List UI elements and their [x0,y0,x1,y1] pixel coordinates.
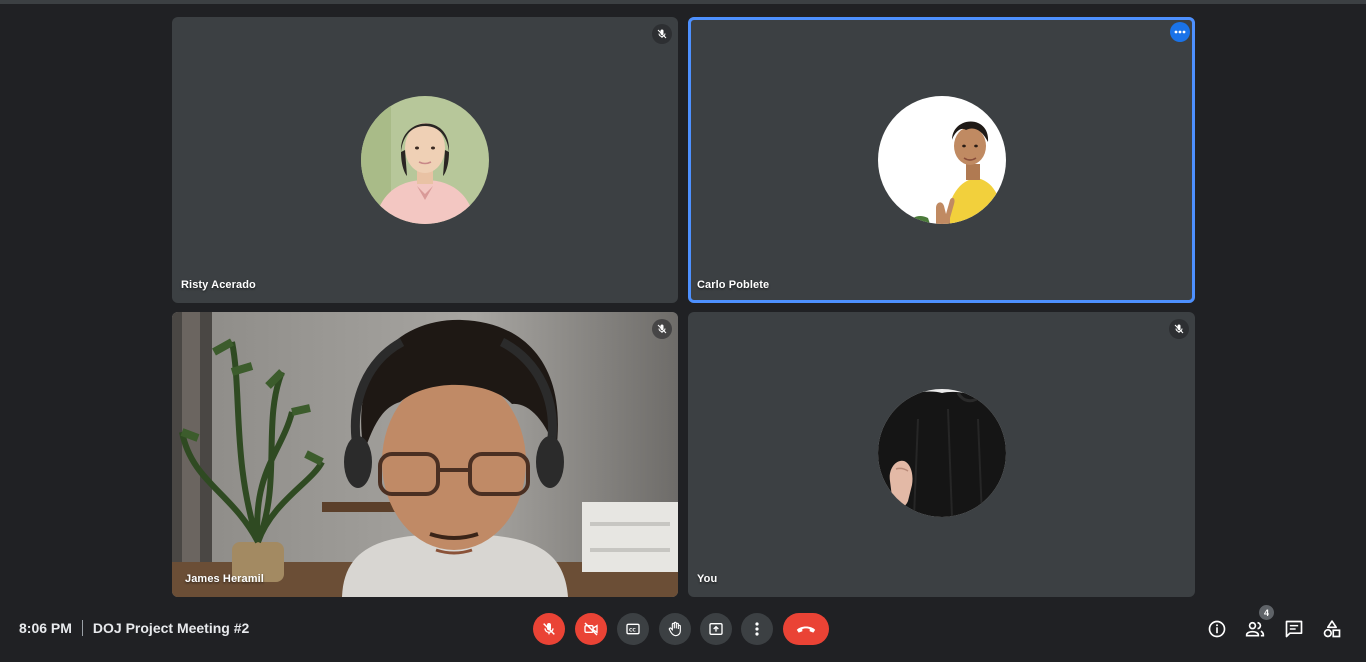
hang-up-icon [796,626,816,633]
meeting-info-button[interactable] [1205,617,1229,641]
chat-button[interactable] [1282,617,1306,641]
meeting-time: 8:06 PM [19,620,72,636]
participant-name: James Heramil [185,573,264,585]
participant-tile-james[interactable]: James Heramil [172,312,678,597]
mic-off-icon [1169,319,1189,339]
captions-button[interactable]: CC [617,613,649,645]
avatar [878,389,1006,517]
svg-text:CC: CC [629,627,636,633]
video-feed [172,312,678,597]
leave-call-button[interactable] [783,613,829,645]
meeting-details: 8:06 PM DOJ Project Meeting #2 [19,620,249,636]
participant-name: Risty Acerado [181,279,256,291]
mic-off-icon [652,319,672,339]
captions-icon: CC [626,623,640,635]
people-button[interactable]: 4 [1243,605,1274,641]
participant-tile-self[interactable]: You [688,312,1195,597]
activities-icon [1323,620,1341,638]
more-options-button[interactable] [741,613,773,645]
camera-off-icon [584,622,598,636]
mic-toggle-button[interactable] [533,613,565,645]
chat-icon [1285,620,1303,638]
participant-tile-carlo[interactable]: Carlo Poblete [688,17,1195,303]
present-button[interactable] [700,613,732,645]
activities-button[interactable] [1320,617,1344,641]
meeting-title: DOJ Project Meeting #2 [92,620,250,636]
divider [81,620,83,636]
mic-off-icon [652,24,672,44]
present-icon [709,623,723,635]
more-options-icon[interactable] [1170,22,1190,42]
more-options-icon [755,622,759,636]
raise-hand-button[interactable] [659,613,691,645]
people-icon [1245,621,1265,637]
participant-name: You [697,573,718,585]
mic-off-icon [543,623,555,635]
participant-tile-risty[interactable]: Risty Acerado [172,17,678,303]
info-icon [1208,620,1226,638]
avatar [878,96,1006,224]
bottom-control-bar: 8:06 PM DOJ Project Meeting #2 CC 4 [0,600,1366,662]
camera-toggle-button[interactable] [575,613,607,645]
top-border [0,0,1366,4]
raise-hand-icon [668,621,681,637]
people-count-badge: 4 [1259,605,1274,620]
participant-name: Carlo Poblete [697,279,770,291]
avatar [361,96,489,224]
